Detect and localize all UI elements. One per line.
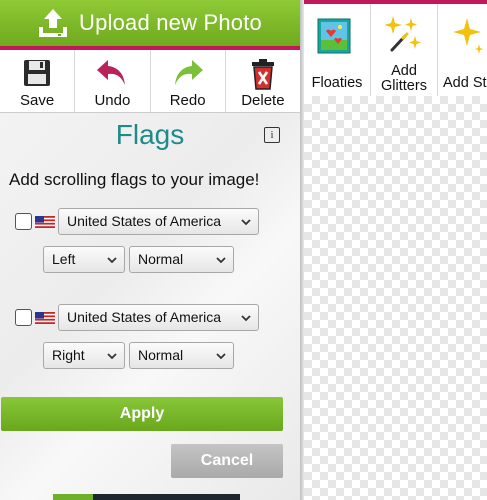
chevron-down-icon: [241, 219, 251, 226]
redo-arrow-icon: [174, 60, 203, 85]
flag-2-checkbox[interactable]: [15, 309, 32, 326]
save-label: Save: [20, 92, 55, 109]
flag-1-checkbox[interactable]: [15, 213, 32, 230]
delete-button[interactable]: Delete: [226, 50, 300, 112]
undo-label: Undo: [94, 92, 131, 109]
left-panel: Upload new Photo Save Undo Redo Delete F…: [0, 0, 300, 500]
apply-button[interactable]: Apply: [1, 397, 283, 431]
upload-photo-button[interactable]: Upload new Photo: [0, 0, 300, 50]
flag-1-speed-select[interactable]: Normal: [129, 246, 234, 273]
flag-1-country-value: United States of America: [67, 213, 222, 229]
panel-description: Add scrolling flags to your image!: [9, 170, 260, 189]
redo-label: Redo: [169, 92, 206, 109]
upload-icon: [39, 9, 67, 37]
edit-toolbar: Save Undo Redo Delete: [0, 50, 300, 113]
flag-1-position-select[interactable]: Left: [43, 246, 125, 273]
chevron-down-icon: [107, 257, 117, 264]
flags-panel: Flags i Add scrolling flags to your imag…: [0, 113, 300, 500]
upload-photo-label: Upload new Photo: [79, 10, 262, 35]
flag-2-speed-select[interactable]: Normal: [129, 342, 234, 369]
save-button[interactable]: Save: [0, 50, 76, 112]
flag-2-speed-value: Normal: [138, 347, 184, 363]
chevron-down-icon: [216, 353, 226, 360]
floaties-icon: [317, 18, 351, 54]
effects-toolbar: Floaties Add Glitters Add St: [304, 0, 487, 96]
trash-icon: [251, 59, 274, 90]
chevron-down-icon: [107, 353, 117, 360]
add-stickers-label: Add St: [443, 75, 487, 91]
preview-strip: [53, 494, 240, 500]
us-flag-icon: [35, 216, 55, 228]
flag-2-country-select[interactable]: United States of America: [58, 304, 259, 331]
us-flag-icon: [35, 312, 55, 324]
panel-title: Flags: [115, 119, 185, 150]
floaties-label: Floaties: [311, 75, 363, 91]
chevron-down-icon: [216, 257, 226, 264]
redo-button[interactable]: Redo: [151, 50, 226, 112]
add-glitters-button[interactable]: Add Glitters: [371, 4, 438, 96]
flag-2-country-value: United States of America: [67, 309, 222, 325]
flag-2-position-select[interactable]: Right: [43, 342, 125, 369]
add-stickers-button[interactable]: Add St: [438, 4, 487, 96]
cancel-button[interactable]: Cancel: [171, 444, 283, 478]
flag-1-country-select[interactable]: United States of America: [58, 208, 259, 235]
image-canvas[interactable]: [304, 96, 487, 500]
delete-label: Delete: [241, 92, 285, 109]
floppy-disk-icon: [24, 60, 51, 86]
undo-button[interactable]: Undo: [75, 50, 151, 112]
flag-1-speed-value: Normal: [138, 251, 184, 267]
floaties-button[interactable]: Floaties: [304, 4, 371, 96]
sparkles-icon: [385, 16, 421, 52]
flag-1-position-value: Left: [52, 251, 76, 267]
info-icon[interactable]: i: [264, 127, 280, 143]
undo-arrow-icon: [97, 60, 126, 85]
flag-2-position-value: Right: [52, 347, 85, 363]
sparkles-icon: [453, 18, 483, 54]
chevron-down-icon: [241, 315, 251, 322]
add-glitters-label: Add Glitters: [381, 63, 427, 94]
